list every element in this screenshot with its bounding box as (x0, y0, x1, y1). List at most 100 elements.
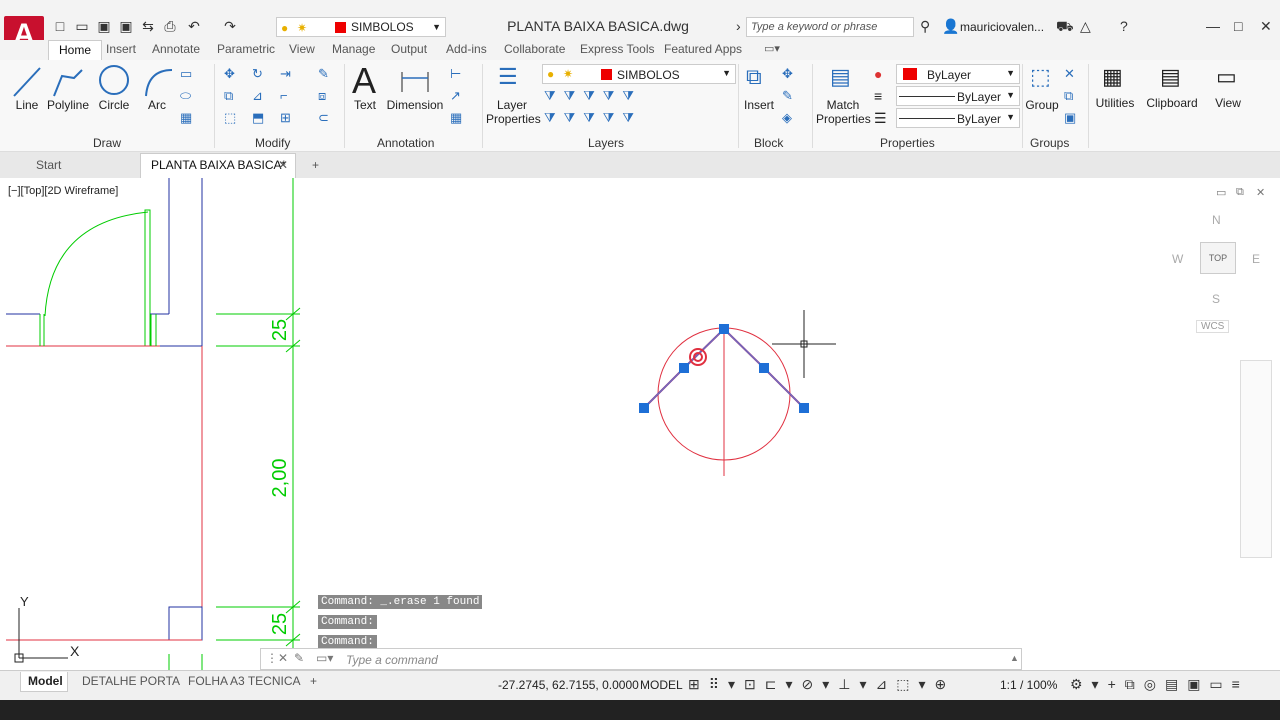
trim-icon[interactable]: ⇥ (280, 66, 291, 82)
ribbon-minimize-icon[interactable]: ▭▾ (764, 42, 780, 55)
customize-icon[interactable]: ✎ (294, 651, 304, 665)
print-icon[interactable]: ⎙ (162, 18, 178, 34)
dimension-button[interactable]: Dimension (386, 98, 444, 112)
clipboard-button[interactable]: Clipboard (1144, 96, 1200, 110)
arc-button[interactable]: Arc (142, 98, 172, 112)
tab-home[interactable]: Home (48, 40, 103, 60)
layer-properties-line2[interactable]: Properties (486, 112, 541, 126)
offset-icon[interactable]: ⊂ (318, 110, 329, 126)
hatch-icon[interactable]: ⬭ (180, 88, 191, 104)
new-icon[interactable]: □ (52, 18, 68, 34)
tab-start[interactable]: Start (36, 158, 61, 172)
layout-tab-folha-a3[interactable]: FOLHA A3 TECNICA (188, 674, 300, 688)
recent-commands-icon[interactable]: ▭▾ (316, 651, 333, 665)
model-space-toggle[interactable]: MODEL (640, 678, 683, 692)
annotation-panel-label[interactable]: Annotation (377, 136, 434, 150)
modify-panel-label[interactable]: Modify (255, 136, 290, 150)
groups-panel-label[interactable]: Groups (1030, 136, 1069, 150)
viewcube-west[interactable]: W (1172, 252, 1183, 266)
layout-tab-model[interactable]: Model (20, 672, 68, 692)
gradient-icon[interactable]: ▦ (180, 110, 192, 126)
layer-quick-dropdown[interactable]: ● ✷ SIMBOLOS ▼ (276, 17, 446, 37)
chevron-right-icon[interactable]: › (736, 18, 741, 34)
properties-panel-label[interactable]: Properties (880, 136, 935, 150)
mirror-icon[interactable]: ⊿ (252, 88, 263, 104)
drafting-toggles[interactable]: ⊞⠿▾⊡⊏▾⊘▾⊥▾⊿⬚▾⊕ (688, 676, 955, 693)
circle-button[interactable]: Circle (96, 98, 132, 112)
color-dropdown[interactable]: ByLayer ▼ (896, 64, 1020, 84)
redo-icon[interactable]: ↷ (222, 18, 238, 34)
fillet-icon[interactable]: ⌐ (280, 88, 288, 103)
rectangle-icon[interactable]: ▭ (180, 66, 192, 82)
command-close-icon[interactable]: ⋮✕ (266, 651, 288, 665)
tab-output[interactable]: Output (391, 42, 427, 56)
maximize-icon[interactable]: □ (1234, 18, 1242, 34)
layers-panel-label[interactable]: Layers (588, 136, 624, 150)
command-input[interactable]: Type a command (346, 653, 438, 667)
undo-icon[interactable]: ↶ (186, 18, 202, 34)
new-tab-button[interactable]: + (312, 158, 319, 172)
ungroup-icon[interactable]: ✕ (1064, 66, 1075, 82)
group-edit-icon[interactable]: ⧉ (1064, 88, 1073, 104)
save-icon[interactable]: ▣ (96, 18, 112, 34)
block-panel-label[interactable]: Block (754, 136, 783, 150)
insert-button[interactable]: Insert (742, 98, 776, 112)
match-properties-line1[interactable]: Match (816, 98, 870, 112)
copy-icon[interactable]: ⧉ (224, 88, 233, 104)
linetype-dropdown[interactable]: ByLayer ▼ (896, 86, 1020, 106)
viewcube-south[interactable]: S (1212, 292, 1220, 306)
drawing-svg[interactable]: 25 2,00 25 Y X (0, 178, 1280, 670)
tab-add-ins[interactable]: Add-ins (446, 42, 487, 56)
save-as-icon[interactable]: ▣ (118, 18, 134, 34)
open-icon[interactable]: ▭ (74, 18, 90, 34)
line-button[interactable]: Line (12, 98, 42, 112)
coordinates-readout[interactable]: -27.2745, 62.7155, 0.0000 (498, 678, 639, 692)
navigation-bar[interactable] (1240, 360, 1272, 558)
layout-tab-detalhe-porta[interactable]: DETALHE PORTA (82, 674, 180, 688)
status-tools[interactable]: ⚙▾+⧉◎▤▣▭≡ (1070, 676, 1249, 693)
tab-view[interactable]: View (289, 42, 315, 56)
erase-icon[interactable]: ✎ (318, 66, 329, 82)
wcs-menu[interactable]: WCS (1196, 320, 1230, 333)
search-input[interactable]: Type a keyword or phrase (746, 17, 914, 37)
viewcube-north[interactable]: N (1212, 213, 1221, 227)
viewport-close-icon[interactable]: ✕ (1256, 186, 1265, 199)
web-mobile-icon[interactable]: ⇆ (140, 18, 156, 34)
view-button[interactable]: View (1210, 96, 1246, 110)
help-icon[interactable]: ? (1120, 18, 1128, 34)
array-icon[interactable]: ⊞ (280, 110, 291, 126)
close-icon[interactable]: ✕ (1260, 18, 1272, 35)
text-button[interactable]: Text (350, 98, 380, 112)
group-select-icon[interactable]: ▣ (1064, 110, 1076, 126)
polyline-button[interactable]: Polyline (46, 98, 90, 112)
linear-dim-icon[interactable]: ⊢ (450, 66, 461, 82)
draw-panel-label[interactable]: Draw (93, 136, 121, 150)
block-attribute-icon[interactable]: ◈ (782, 110, 792, 126)
minimize-icon[interactable]: — (1206, 18, 1220, 34)
tab-express-tools[interactable]: Express Tools (580, 42, 654, 56)
tab-featured-apps[interactable]: Featured Apps (664, 42, 742, 56)
command-expand-icon[interactable]: ▲ (1010, 653, 1019, 663)
viewcube-top[interactable]: TOP (1200, 242, 1236, 274)
layer-tools-row-1[interactable]: ⧩⧩⧩⧩⧩ (544, 88, 642, 104)
annotation-scale[interactable]: 1:1 / 100% (1000, 678, 1057, 692)
rotate-icon[interactable]: ↻ (252, 66, 263, 82)
cart-icon[interactable]: ⛟ (1056, 18, 1074, 37)
tab-parametric[interactable]: Parametric (217, 42, 275, 56)
match-properties-line2[interactable]: Properties (816, 112, 871, 126)
binoculars-icon[interactable]: ⚲ (920, 18, 930, 35)
utilities-button[interactable]: Utilities (1092, 96, 1138, 110)
stretch-icon[interactable]: ⬚ (224, 110, 236, 126)
scale-icon[interactable]: ⬒ (252, 110, 264, 126)
layer-dropdown[interactable]: ● ✷ SIMBOLOS ▼ (542, 64, 736, 84)
user-account[interactable]: mauriciovalen... (960, 20, 1044, 34)
new-layout-button[interactable]: + (310, 674, 317, 688)
viewport-restore-icon[interactable]: ⧉ (1236, 186, 1244, 199)
table-icon[interactable]: ▦ (450, 110, 462, 126)
autodesk-a360-icon[interactable]: △ (1080, 18, 1091, 35)
create-block-icon[interactable]: ✥ (782, 66, 793, 82)
close-tab-icon[interactable]: ✕ (278, 158, 288, 172)
viewport-minimize-icon[interactable]: ▭ (1216, 186, 1226, 199)
layer-properties-line1[interactable]: Layer (486, 98, 538, 112)
tab-insert[interactable]: Insert (106, 42, 136, 56)
